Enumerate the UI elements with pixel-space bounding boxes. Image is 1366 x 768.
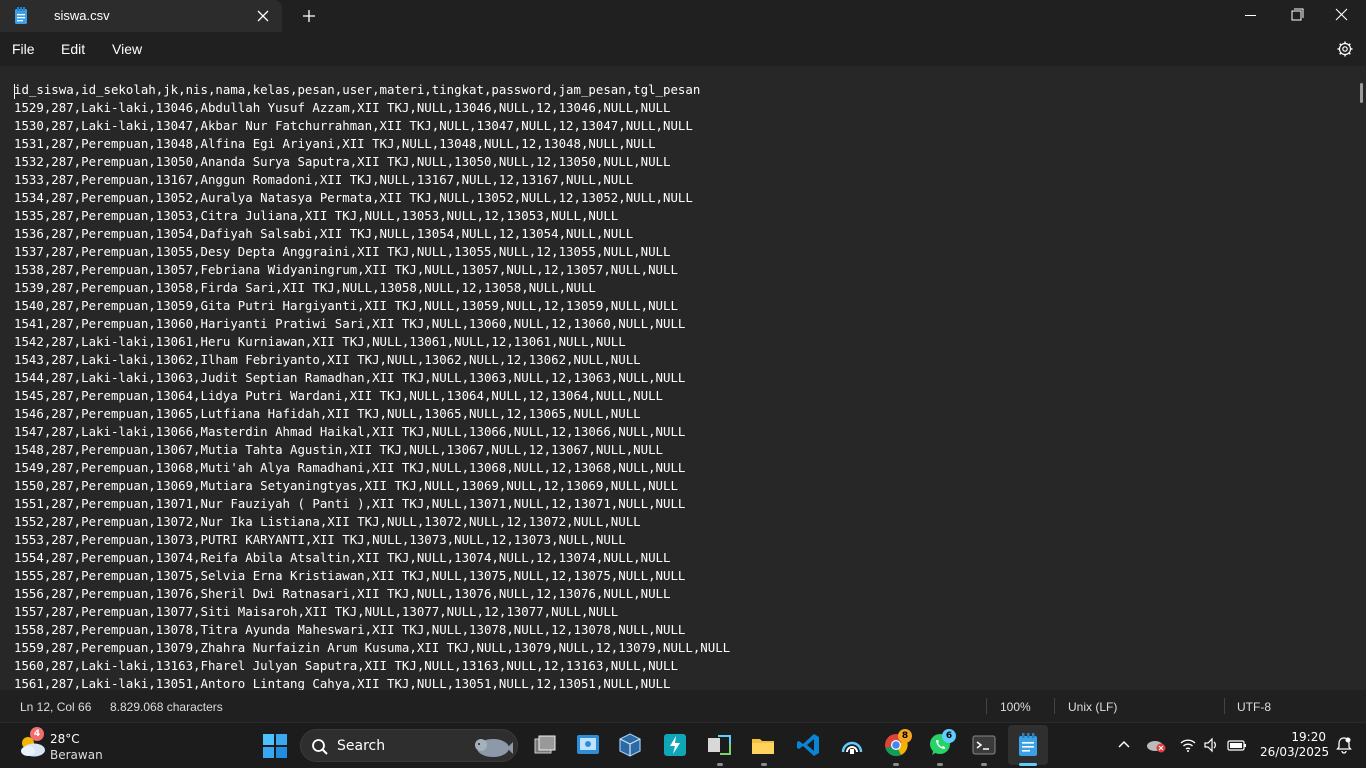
active-indicator <box>1019 763 1037 766</box>
search-highlight-manatee-icon <box>475 739 513 757</box>
close-window-button[interactable] <box>1320 0 1366 32</box>
vertical-scrollbar[interactable] <box>1360 66 1366 690</box>
text-line: 1552,287,Perempuan,13072,Nur Ika Listian… <box>14 514 641 529</box>
text-line: 1536,287,Perempuan,13054,Dafiyah Salsabi… <box>14 226 634 241</box>
search-label: Search <box>337 738 386 754</box>
text-line: 1534,287,Perempuan,13052,Auralya Natasya… <box>14 190 693 205</box>
text-line: 1559,287,Perempuan,13079,Zhahra Nurfaizi… <box>14 640 731 655</box>
close-tab-icon[interactable] <box>254 6 272 26</box>
new-tab-plus-icon[interactable] <box>300 7 318 25</box>
encoding[interactable]: UTF-8 <box>1237 700 1271 714</box>
weather-description: Berawan <box>50 748 103 762</box>
weather-temperature: 28°C <box>50 732 80 746</box>
text-line: 1535,287,Perempuan,13053,Citra Juliana,X… <box>14 208 619 223</box>
tab-title: siswa.csv <box>54 8 110 23</box>
cursor-position: Ln 12, Col 66 <box>20 700 92 714</box>
character-count: 8.829.068 characters <box>110 700 223 714</box>
menu-edit[interactable]: Edit <box>61 41 85 57</box>
clock-time: 19:20 <box>1291 730 1326 744</box>
whatsapp-notification-badge: 6 <box>942 729 956 743</box>
virtualbox-cube-icon[interactable] <box>617 732 643 758</box>
notepad-taskbar-icon[interactable] <box>1015 732 1041 758</box>
clock-date: 26/03/2025 <box>1260 745 1330 759</box>
status-divider <box>986 698 987 714</box>
volume-icon[interactable] <box>1203 737 1219 753</box>
running-indicator <box>893 763 899 766</box>
text-line: 1546,287,Perempuan,13065,Lutfiana Hafida… <box>14 406 641 421</box>
text-line: 1544,287,Laki-laki,13063,Judit Septian R… <box>14 370 686 385</box>
onedrive-offline-icon[interactable] <box>1146 737 1166 753</box>
status-bar: Ln 12, Col 66 8.829.068 characters 100% … <box>0 690 1366 722</box>
text-line: 1551,287,Perempuan,13071,Nur Fauziyah ( … <box>14 496 686 511</box>
network-cloud-icon[interactable] <box>839 732 865 758</box>
running-indicator <box>981 763 987 766</box>
text-line: 1558,287,Perempuan,13078,Titra Ayunda Ma… <box>14 622 686 637</box>
text-line: 1547,287,Laki-laki,13066,Masterdin Ahmad… <box>14 424 686 439</box>
file-explorer-folder-icon[interactable] <box>750 732 776 758</box>
battery-icon[interactable] <box>1227 737 1247 753</box>
text-line: 1530,287,Laki-laki,13047,Akbar Nur Fatch… <box>14 118 693 133</box>
text-editor[interactable]: id_siswa,id_sekolah,jk,nis,nama,kelas,pe… <box>0 76 1360 690</box>
text-line: 1537,287,Perempuan,13055,Desy Depta Angg… <box>14 244 671 259</box>
zoom-level[interactable]: 100% <box>1000 700 1031 714</box>
text-line: 1531,287,Perempuan,13048,Alfina Egi Ariy… <box>14 136 656 151</box>
text-line: 1553,287,Perempuan,13073,PUTRI KARYANTI,… <box>14 532 626 547</box>
tab-siswa-csv[interactable]: siswa.csv <box>0 0 282 32</box>
vscode-icon[interactable] <box>795 732 821 758</box>
text-line: 1557,287,Perempuan,13077,Siti Maisaroh,X… <box>14 604 619 619</box>
text-line: 1545,287,Perempuan,13064,Lidya Putri War… <box>14 388 664 403</box>
text-caret <box>14 84 15 99</box>
text-line: 1533,287,Perempuan,13167,Anggun Romadoni… <box>14 172 634 187</box>
menu-file[interactable]: File <box>12 41 35 57</box>
gear-icon[interactable] <box>1336 40 1354 58</box>
text-line: 1538,287,Perempuan,13057,Febriana Widyan… <box>14 262 678 277</box>
running-indicator <box>761 763 767 766</box>
snipping-tool-icon[interactable] <box>575 732 601 758</box>
weather-badge: 4 <box>30 727 44 741</box>
maximize-button[interactable] <box>1274 0 1320 32</box>
menu-bar: File Edit View <box>0 32 1366 66</box>
text-line: id_siswa,id_sekolah,jk,nis,nama,kelas,pe… <box>14 82 701 97</box>
notification-bell-icon[interactable] <box>1334 735 1354 755</box>
system-clock[interactable]: 19:20 26/03/2025 <box>1260 730 1330 760</box>
text-line: 1556,287,Perempuan,13076,Sheril Dwi Ratn… <box>14 586 671 601</box>
chevron-up-icon[interactable] <box>1116 737 1132 753</box>
running-indicator <box>937 763 943 766</box>
wifi-icon[interactable] <box>1180 737 1196 753</box>
terminal-icon[interactable] <box>971 732 997 758</box>
windows-start-icon[interactable] <box>262 733 288 759</box>
scrollbar-thumb[interactable] <box>1360 83 1363 103</box>
notepad-icon <box>15 7 27 24</box>
text-line: 1548,287,Perempuan,13067,Mutia Tahta Agu… <box>14 442 664 457</box>
text-line: 1549,287,Perempuan,13068,Muti'ah Alya Ra… <box>14 460 686 475</box>
task-view-icon[interactable] <box>532 732 558 758</box>
text-line: 1560,287,Laki-laki,13163,Fharel Julyan S… <box>14 658 678 673</box>
text-line: 1541,287,Perempuan,13060,Hariyanti Prati… <box>14 316 686 331</box>
text-line: 1540,287,Perempuan,13059,Gita Putri Harg… <box>14 298 678 313</box>
power-automate-icon[interactable] <box>662 732 688 758</box>
running-indicator <box>717 763 723 766</box>
text-content: id_siswa,id_sekolah,jk,nis,nama,kelas,pe… <box>14 81 730 690</box>
weather-widget[interactable]: 4 28°C Berawan <box>16 727 126 763</box>
text-line: 1561,287,Laki-laki,13051,Antoro Lintang … <box>14 676 671 690</box>
text-line: 1542,287,Laki-laki,13061,Heru Kurniawan,… <box>14 334 626 349</box>
search-icon <box>312 739 328 755</box>
status-divider <box>1224 698 1225 714</box>
line-ending[interactable]: Unix (LF) <box>1068 700 1117 714</box>
taskbar-search-box[interactable]: Search <box>300 729 518 762</box>
minimize-button[interactable] <box>1228 0 1274 32</box>
file-transfer-icon[interactable] <box>706 732 732 758</box>
text-line: 1543,287,Laki-laki,13062,Ilham Febriyant… <box>14 352 641 367</box>
taskbar: 4 28°C Berawan Search 8 6 19:20 26/03/20… <box>0 722 1366 768</box>
chrome-notification-badge: 8 <box>898 729 912 743</box>
text-line: 1529,287,Laki-laki,13046,Abdullah Yusuf … <box>14 100 671 115</box>
text-line: 1554,287,Perempuan,13074,Reifa Abila Ats… <box>14 550 671 565</box>
text-line: 1550,287,Perempuan,13069,Mutiara Setyani… <box>14 478 678 493</box>
menu-view[interactable]: View <box>112 41 142 57</box>
text-line: 1539,287,Perempuan,13058,Firda Sari,XII … <box>14 280 596 295</box>
text-line: 1532,287,Perempuan,13050,Ananda Surya Sa… <box>14 154 671 169</box>
text-line: 1555,287,Perempuan,13075,Selvia Erna Kri… <box>14 568 686 583</box>
status-divider <box>1054 698 1055 714</box>
title-bar: siswa.csv <box>0 0 1366 32</box>
